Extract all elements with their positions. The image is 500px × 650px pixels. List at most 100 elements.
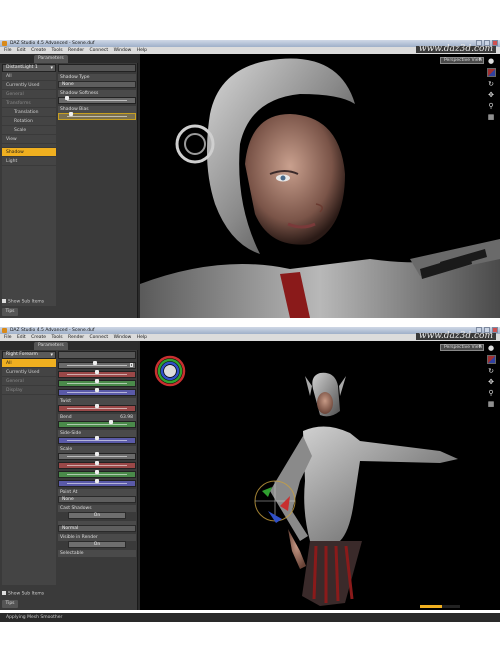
checkbox-icon[interactable] <box>2 298 6 303</box>
twist-slider[interactable] <box>58 404 136 412</box>
filter-input[interactable] <box>58 351 136 359</box>
show-sub-items[interactable]: Show Sub Items <box>2 590 45 596</box>
show-sub-items[interactable]: Show Sub Items <box>2 298 45 304</box>
point-at-label: Point At <box>58 489 136 496</box>
group-transforms[interactable]: Transforms <box>2 99 56 108</box>
view-controls: ● ↻ ✥ ⚲ ▦ <box>487 344 497 411</box>
checkbox-icon[interactable] <box>2 590 6 595</box>
app-icon <box>2 41 7 46</box>
rotate-icon[interactable]: ↻ <box>487 367 495 375</box>
group-translation[interactable]: Translation <box>2 108 56 117</box>
menu-create[interactable]: Create <box>31 334 46 341</box>
group-general[interactable]: General <box>2 377 56 386</box>
cast-shadows-toggle[interactable]: On <box>68 512 126 519</box>
scale-slider[interactable] <box>58 452 136 460</box>
menu-tools[interactable]: Tools <box>52 334 63 341</box>
parameters-pane: Parameters Right Forearm All Currently U… <box>0 341 138 610</box>
bend-label: Bend 63.98 <box>58 414 136 421</box>
slider-2[interactable] <box>58 370 136 378</box>
tab-tips[interactable]: Tips <box>2 308 18 316</box>
bend-slider[interactable] <box>58 420 136 428</box>
menu-tools[interactable]: Tools <box>52 47 63 54</box>
menu-window[interactable]: Window <box>114 47 132 54</box>
status-bar: Applying Mesh Smoother <box>0 613 500 622</box>
lock-icon[interactable] <box>130 363 133 367</box>
progress-bar <box>420 605 460 608</box>
scale-x-slider[interactable] <box>58 461 136 469</box>
group-list-empty <box>2 166 56 306</box>
menu-help[interactable]: Help <box>137 334 147 341</box>
visible-in-render-toggle[interactable]: On <box>68 541 126 548</box>
menu-help[interactable]: Help <box>137 47 147 54</box>
group-general[interactable]: General <box>2 90 56 99</box>
menu-edit[interactable]: Edit <box>17 334 26 341</box>
point-at-select[interactable]: None <box>58 496 136 503</box>
scale-y-slider[interactable] <box>58 470 136 478</box>
group-all[interactable]: All <box>2 72 56 81</box>
shadow-bias-slider[interactable] <box>58 112 136 120</box>
rotate-icon[interactable]: ↻ <box>487 80 495 88</box>
frame-icon[interactable]: ▦ <box>487 400 495 408</box>
menu-connect[interactable]: Connect <box>90 47 109 54</box>
perspective-view-dropdown[interactable]: Perspective View <box>440 57 484 64</box>
menu-connect[interactable]: Connect <box>90 334 109 341</box>
group-all[interactable]: All <box>2 359 56 368</box>
group-light[interactable]: Light <box>2 157 56 166</box>
screenshot-top: DAZ Studio 4.5 Advanced - Scene.duf File… <box>0 40 500 318</box>
menu-edit[interactable]: Edit <box>17 47 26 54</box>
shadow-softness-slider[interactable] <box>58 96 136 104</box>
viewport-3d[interactable]: Perspective View ● ↻ ✥ ⚲ ▦ <box>140 54 500 318</box>
shadow-type-label: Shadow Type <box>58 74 136 81</box>
node-selector[interactable]: Right Forearm <box>2 351 56 359</box>
show-sub-items-label: Show Sub Items <box>8 591 45 596</box>
shadow-type-select[interactable]: None <box>58 81 136 88</box>
node-selector[interactable]: DistantLight 1 <box>2 64 56 72</box>
menu-window[interactable]: Window <box>114 334 132 341</box>
group-view[interactable]: View <box>2 135 56 144</box>
slider-4[interactable] <box>58 388 136 396</box>
window-title: DAZ Studio 4.5 Advanced - Scene.duf <box>10 328 95 333</box>
filter-input[interactable] <box>58 64 136 72</box>
pan-icon[interactable]: ✥ <box>487 378 495 386</box>
property-list: Twist Bend 63.98 Side-Side Scale Point A… <box>58 351 136 557</box>
menu-create[interactable]: Create <box>31 47 46 54</box>
group-display[interactable]: Display <box>2 386 56 395</box>
camera-orbit-icon[interactable]: ● <box>487 344 495 352</box>
daz-logo: www.daz3d.com <box>415 332 496 341</box>
perspective-cube-icon[interactable] <box>487 355 496 364</box>
menu-render[interactable]: Render <box>68 47 84 54</box>
menu-file[interactable]: File <box>4 47 12 54</box>
zoom-icon[interactable]: ⚲ <box>487 389 495 397</box>
render-warrior-closeup <box>140 54 500 318</box>
slider-1[interactable] <box>58 361 136 369</box>
group-list-empty <box>2 395 56 585</box>
perspective-view-dropdown[interactable]: Perspective View <box>440 344 484 351</box>
pan-icon[interactable]: ✥ <box>487 91 495 99</box>
side-side-slider[interactable] <box>58 436 136 444</box>
scale-z-slider[interactable] <box>58 479 136 487</box>
camera-orbit-icon[interactable]: ● <box>487 57 495 65</box>
slider-knob[interactable] <box>69 112 73 116</box>
slider-knob[interactable] <box>65 96 69 100</box>
zoom-icon[interactable]: ⚲ <box>487 102 495 110</box>
group-currently-used[interactable]: Currently Used <box>2 368 56 377</box>
viewport-3d[interactable]: Perspective View ● ↻ ✥ ⚲ ▦ <box>140 341 500 610</box>
group-rotation[interactable]: Rotation <box>2 117 56 126</box>
perspective-cube-icon[interactable] <box>487 68 496 77</box>
bend-value[interactable]: 63.98 <box>120 414 133 421</box>
group-scale[interactable]: Scale <box>2 126 56 135</box>
group-currently-used[interactable]: Currently Used <box>2 81 56 90</box>
menu-file[interactable]: File <box>4 334 12 341</box>
show-sub-items-label: Show Sub Items <box>8 299 45 304</box>
tab-parameters[interactable]: Parameters <box>34 55 68 63</box>
menu-bar: File Edit Create Tools Render Connect Wi… <box>0 45 500 54</box>
tab-tips[interactable]: Tips <box>2 600 18 608</box>
frame-icon[interactable]: ▦ <box>487 113 495 121</box>
slider-3[interactable] <box>58 379 136 387</box>
menu-render[interactable]: Render <box>68 334 84 341</box>
render-mode-select[interactable]: Normal <box>58 525 136 532</box>
parameters-pane: Parameters DistantLight 1 All Currently … <box>0 54 138 318</box>
group-shadow[interactable]: Shadow <box>2 148 56 157</box>
cast-shadows-label: Cast Shadows <box>58 505 136 512</box>
tab-parameters[interactable]: Parameters <box>34 342 68 350</box>
